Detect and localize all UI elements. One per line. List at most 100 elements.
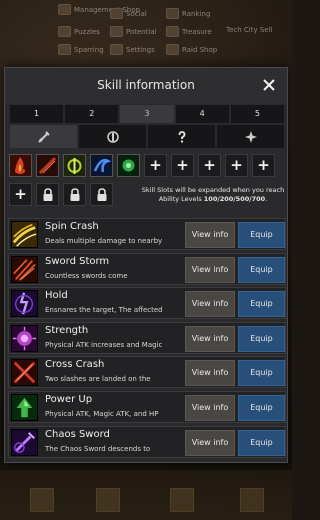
level-tab-2[interactable]: 2 bbox=[65, 105, 119, 123]
slot-expansion-note: Skill Slots will be expanded when you re… bbox=[139, 186, 287, 204]
bg-menu-item: Potential bbox=[110, 26, 157, 37]
plus-icon: + bbox=[230, 156, 243, 174]
level-tab-1[interactable]: 1 bbox=[10, 105, 64, 123]
empty-slot[interactable]: + bbox=[171, 154, 194, 177]
bg-menu-label: Potential bbox=[126, 27, 157, 36]
bg-menu-item: Social bbox=[110, 8, 147, 19]
equip-button[interactable]: Equip bbox=[238, 360, 285, 387]
locked-slot bbox=[36, 183, 59, 206]
background-ground bbox=[0, 470, 292, 520]
slot-note-line2: Ability Levels 100/200/500/700. bbox=[139, 195, 287, 204]
slot-note-levels: 100/200/500/700 bbox=[203, 195, 266, 203]
equipped-slot[interactable] bbox=[117, 154, 140, 177]
skill-row: Sword Storm Countless swords come View i… bbox=[8, 252, 286, 285]
plus-icon: + bbox=[203, 156, 216, 174]
skill-name: Chaos Sword bbox=[45, 428, 110, 440]
plus-icon: + bbox=[257, 156, 270, 174]
equip-button[interactable]: Equip bbox=[238, 394, 285, 421]
bg-menu-label: Ranking bbox=[182, 9, 211, 18]
category-tab-buff[interactable] bbox=[79, 125, 146, 148]
equipped-slot[interactable] bbox=[63, 154, 86, 177]
question-icon bbox=[178, 130, 185, 143]
empty-slot[interactable]: + bbox=[225, 154, 248, 177]
puzzle-icon bbox=[58, 26, 71, 37]
equip-button[interactable]: Equip bbox=[238, 429, 285, 456]
view-info-button[interactable]: View info bbox=[185, 394, 235, 421]
level-tabs: 1 2 3 4 5 bbox=[10, 105, 285, 123]
category-tab-attack[interactable] bbox=[10, 125, 77, 148]
skill-row: Cross Crash Two slashes are landed on th… bbox=[8, 356, 286, 389]
background-menu: Management Shop Social Ranking Puzzles P… bbox=[0, 0, 292, 64]
settings-icon bbox=[110, 44, 123, 55]
level-tab-4[interactable]: 4 bbox=[175, 105, 229, 123]
empty-slot[interactable]: + bbox=[252, 154, 275, 177]
lock-icon bbox=[70, 187, 79, 201]
potential-icon bbox=[110, 26, 123, 37]
storm-skill-icon bbox=[91, 155, 112, 176]
raid-shop-icon bbox=[166, 44, 179, 55]
game-screen: Management Shop Social Ranking Puzzles P… bbox=[0, 0, 292, 520]
view-info-button[interactable]: View info bbox=[185, 360, 235, 387]
skill-description: Countless swords come bbox=[45, 271, 128, 280]
level-tab-3[interactable]: 3 bbox=[120, 105, 174, 123]
equipped-slot[interactable] bbox=[36, 154, 59, 177]
view-info-button[interactable]: View info bbox=[185, 291, 235, 318]
equipped-slot[interactable] bbox=[90, 154, 113, 177]
cross-crash-icon bbox=[11, 359, 38, 387]
equipped-slot[interactable] bbox=[9, 154, 32, 177]
skill-row: Spin Crash Deals multiple damage to near… bbox=[8, 218, 286, 250]
equip-button[interactable]: Equip bbox=[238, 256, 285, 283]
bg-menu-label: Social bbox=[126, 9, 147, 18]
view-info-button[interactable]: View info bbox=[185, 429, 235, 456]
category-tab-unknown[interactable] bbox=[148, 125, 215, 148]
skill-slot-row: + + + + + bbox=[9, 154, 275, 177]
plus-icon: + bbox=[14, 185, 27, 203]
empty-slot[interactable]: + bbox=[198, 154, 221, 177]
treasure-icon bbox=[166, 26, 179, 37]
close-button[interactable] bbox=[261, 76, 277, 94]
category-tabs bbox=[10, 125, 284, 148]
skill-name: Power Up bbox=[45, 393, 93, 405]
social-icon bbox=[110, 8, 123, 19]
skill-row: Hold Ensnares the target, The affected V… bbox=[8, 287, 286, 320]
plus-icon: + bbox=[149, 156, 162, 174]
close-icon bbox=[263, 79, 275, 91]
bg-block bbox=[240, 488, 264, 512]
bg-menu-item: Tech City Sell bbox=[226, 26, 273, 34]
category-tab-special[interactable] bbox=[217, 125, 284, 148]
equip-button[interactable]: Equip bbox=[238, 291, 285, 318]
shop-icon bbox=[58, 4, 71, 15]
chaos-sword-icon bbox=[11, 428, 38, 456]
poison-skill-icon bbox=[118, 155, 139, 176]
view-info-button[interactable]: View info bbox=[185, 256, 235, 283]
empty-slot[interactable]: + bbox=[9, 183, 32, 206]
buff-icon bbox=[106, 130, 119, 143]
bg-menu-item: Settings bbox=[110, 44, 155, 55]
plus-icon: + bbox=[176, 156, 189, 174]
sword-icon bbox=[37, 130, 50, 143]
hold-icon bbox=[11, 290, 38, 318]
lock-icon bbox=[43, 187, 52, 201]
slot-note-suffix: . bbox=[265, 195, 268, 203]
bg-menu-item: Sparring bbox=[58, 44, 104, 55]
compass-icon bbox=[244, 130, 257, 143]
equip-button[interactable]: Equip bbox=[238, 222, 285, 248]
bg-menu-item: Raid Shop bbox=[166, 44, 217, 55]
skill-slot-row-2: + bbox=[9, 183, 113, 206]
bg-menu-label: Puzzles bbox=[74, 27, 100, 36]
buff-skill-icon bbox=[64, 155, 85, 176]
bg-block bbox=[96, 488, 120, 512]
bg-menu-item: Puzzles bbox=[58, 26, 100, 37]
empty-slot[interactable]: + bbox=[144, 154, 167, 177]
slash-skill-icon bbox=[37, 155, 58, 176]
view-info-button[interactable]: View info bbox=[185, 222, 235, 248]
skill-info-dialog: Skill information 1 2 3 4 5 + + + + + + … bbox=[4, 67, 288, 463]
bg-block bbox=[30, 488, 54, 512]
bg-menu-label: Settings bbox=[126, 45, 155, 54]
locked-slot bbox=[90, 183, 113, 206]
level-tab-5[interactable]: 5 bbox=[230, 105, 285, 123]
equip-button[interactable]: Equip bbox=[238, 325, 285, 352]
sword-storm-icon bbox=[11, 255, 38, 283]
view-info-button[interactable]: View info bbox=[185, 325, 235, 352]
skill-name: Sword Storm bbox=[45, 255, 110, 267]
